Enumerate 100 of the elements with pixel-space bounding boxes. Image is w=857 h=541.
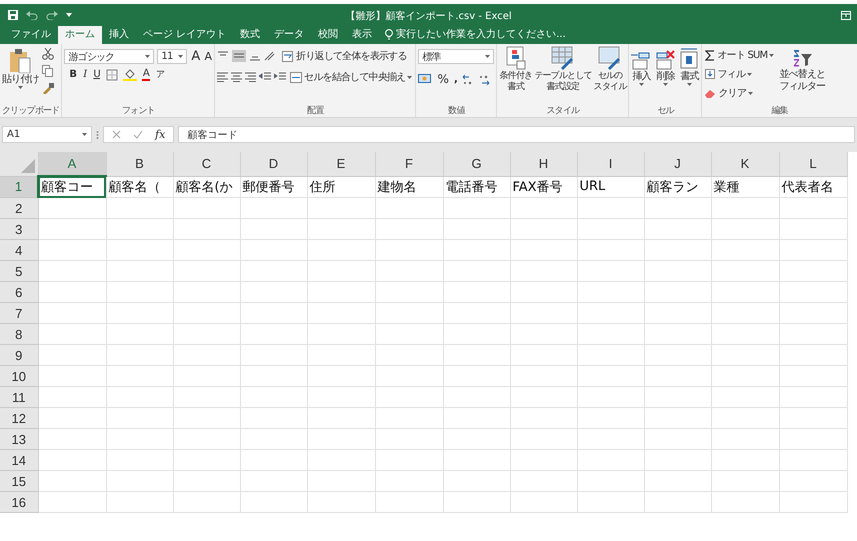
align-center-icon[interactable] [231, 72, 242, 82]
row-header[interactable]: 10 [0, 366, 38, 386]
name-box[interactable]: A1 [2, 126, 92, 143]
column-header[interactable]: D [240, 152, 307, 176]
phonetic-button[interactable]: ア [154, 68, 166, 81]
number-format-dropdown[interactable]: 標準 [418, 49, 494, 64]
row-header[interactable]: 1 [0, 176, 38, 198]
row-header[interactable]: 11 [0, 386, 38, 408]
format-cells-icon[interactable] [679, 48, 700, 70]
shrink-font-button[interactable]: A [204, 50, 212, 63]
ribbon-tab[interactable]: データ [267, 26, 312, 44]
align-right-icon[interactable] [245, 72, 256, 82]
caret-icon[interactable] [747, 72, 752, 76]
format-cells-button[interactable]: 書式 [679, 46, 700, 105]
borders-icon[interactable] [106, 68, 118, 80]
ribbon-tab[interactable]: 数式 [233, 26, 268, 44]
percent-button[interactable]: % [436, 72, 450, 86]
caret-icon[interactable] [485, 55, 490, 58]
fill-color-icon[interactable] [122, 68, 137, 81]
column-header[interactable]: F [375, 152, 443, 176]
row-header[interactable]: 7 [0, 302, 38, 324]
caret-icon[interactable] [662, 83, 668, 86]
align-middle-icon[interactable] [232, 50, 246, 62]
row-header[interactable]: 12 [0, 408, 38, 428]
ribbon-tab[interactable]: ホーム [58, 26, 102, 44]
cell-format-button[interactable]: セルの スタイル [594, 46, 626, 105]
underline-button[interactable]: U [92, 69, 101, 80]
insert-cells-button[interactable]: 挿入 [631, 46, 652, 105]
ribbon-tab[interactable]: ファイル [4, 26, 58, 44]
caret-icon[interactable] [748, 92, 754, 94]
caret-icon[interactable] [638, 83, 644, 86]
row-header[interactable]: 4 [0, 240, 38, 260]
row-header[interactable]: 6 [0, 282, 38, 302]
wrap-text-button[interactable]: 折り返して全体を表示する [281, 49, 408, 63]
decrease-indent-icon[interactable] [259, 72, 272, 82]
eraser-icon[interactable] [705, 88, 716, 98]
lightbulb-icon[interactable] [385, 28, 394, 40]
tell-me-field[interactable]: 実行したい作業を入力してください... [379, 24, 572, 44]
column-header[interactable]: B [106, 152, 173, 176]
copy-icon[interactable] [42, 65, 56, 77]
sort-filter-icon[interactable] [791, 48, 814, 68]
save-icon[interactable] [8, 10, 18, 20]
formula-field[interactable]: 顧客コード [178, 126, 855, 143]
column-header[interactable]: H [510, 152, 577, 176]
caret-icon[interactable] [178, 55, 184, 58]
table-format-icon[interactable] [550, 46, 575, 70]
table-format-button[interactable]: テーブルとして 書式設定 [534, 46, 592, 105]
column-header[interactable]: E [307, 152, 375, 176]
row-header[interactable]: 9 [0, 344, 38, 366]
conditional-format-icon[interactable] [506, 46, 526, 70]
customize-icon[interactable] [66, 13, 72, 17]
format-painter-icon[interactable] [42, 82, 54, 94]
caret-icon[interactable] [18, 86, 23, 89]
ribbon-tab[interactable]: 挿入 [102, 26, 136, 44]
currency-icon[interactable] [418, 74, 432, 84]
ribbon-tab[interactable]: 校閲 [311, 26, 346, 44]
comma-button[interactable]: , [453, 74, 458, 84]
undo-icon[interactable] [26, 10, 38, 20]
font-color-button[interactable]: A [142, 68, 150, 81]
bold-button[interactable]: B [68, 69, 78, 80]
column-header[interactable]: A [38, 152, 106, 176]
paste-button[interactable]: 貼り付け [2, 46, 39, 105]
clear-button[interactable]: クリア [704, 86, 776, 100]
fill-down-icon[interactable] [705, 69, 716, 79]
autosum-button[interactable]: オート SUM [704, 48, 776, 62]
conditional-format-button[interactable]: 条件付き 書式 [499, 46, 532, 105]
caret-icon[interactable] [407, 76, 412, 78]
row-header[interactable]: 14 [0, 450, 38, 470]
align-left-icon[interactable] [217, 72, 228, 82]
row-header[interactable]: 16 [0, 492, 38, 512]
row-header[interactable]: 15 [0, 470, 38, 492]
caret-icon[interactable] [82, 133, 87, 136]
cut-icon[interactable] [42, 48, 54, 60]
increase-indent-icon[interactable] [274, 72, 286, 82]
font-name-dropdown[interactable]: 游ゴシック [64, 49, 154, 64]
insert-function-button[interactable]: fx [155, 128, 166, 141]
cell-style-icon[interactable] [598, 46, 622, 70]
wrap-icon[interactable] [282, 50, 294, 62]
row-header[interactable]: 5 [0, 260, 38, 282]
column-header[interactable]: G [443, 152, 510, 176]
row-header[interactable]: 8 [0, 324, 38, 344]
caret-icon[interactable] [145, 55, 150, 58]
merge-icon[interactable] [290, 72, 302, 82]
row-header[interactable]: 3 [0, 218, 38, 240]
grow-font-button[interactable]: A [190, 49, 200, 64]
sigma-icon[interactable] [705, 50, 716, 60]
delete-cells-icon[interactable] [655, 48, 676, 70]
clipboard-icon[interactable] [9, 49, 32, 73]
caret-icon[interactable] [769, 54, 774, 56]
ribbon-display-icon[interactable] [841, 10, 851, 20]
column-header[interactable]: L [779, 152, 847, 176]
merge-center-button[interactable]: セルを結合して中央揃え [289, 70, 414, 84]
fill-button[interactable]: フィル [704, 67, 776, 81]
font-size-dropdown[interactable]: 11 [157, 49, 188, 64]
ribbon-tab[interactable]: 表示 [345, 26, 380, 44]
row-header[interactable]: 13 [0, 428, 38, 450]
row-header[interactable]: 2 [0, 198, 38, 218]
italic-button[interactable]: I [82, 69, 88, 80]
caret-icon[interactable] [686, 83, 692, 86]
delete-cells-button[interactable]: 削除 [655, 46, 676, 105]
